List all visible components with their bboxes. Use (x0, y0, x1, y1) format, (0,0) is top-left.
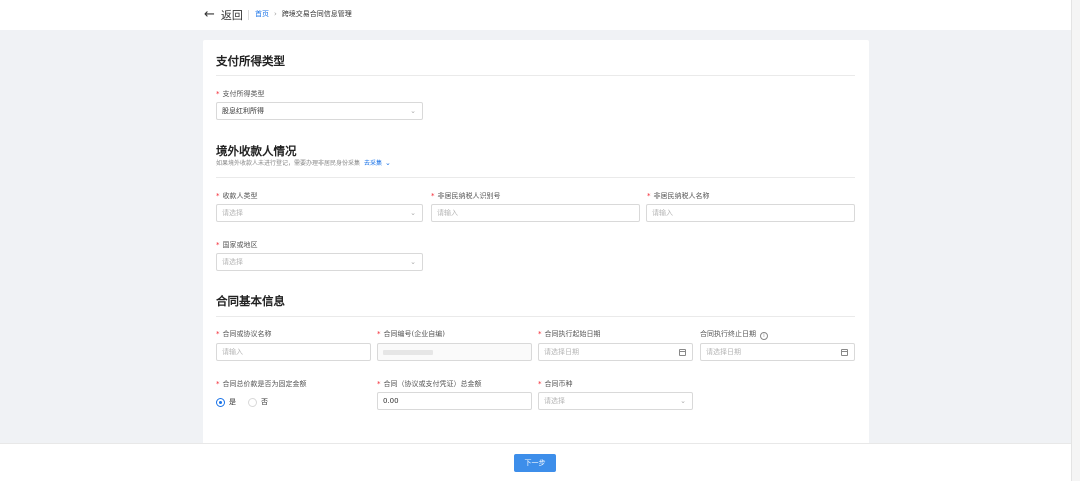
next-step-button[interactable]: 下一步 (514, 454, 556, 472)
payee-note: 如果境外收款人未进行登记，需要办理非居民身份采集 去采集 ⌄ (216, 158, 391, 168)
back-arrow-icon: ← (204, 7, 215, 22)
currency-select[interactable]: 请选择 ⌄ (538, 392, 693, 410)
back-button[interactable]: ← 返回 (204, 7, 243, 23)
breadcrumb-separator-icon: › (274, 10, 277, 18)
section-title-payee: 境外收款人情况 (216, 144, 297, 158)
radio-yes[interactable]: 是 (216, 397, 236, 407)
form-card: 支付所得类型 * 支付所得类型 股息红利所得 ⌄ 境外收款人情况 如果境外收款人未… (203, 40, 869, 446)
chevron-down-icon: ⌄ (680, 397, 686, 405)
top-bar: ← 返回 首页 › 跨境交易合同信息管理 (0, 0, 1080, 30)
start-date-picker[interactable]: 请选择日期 (538, 343, 693, 361)
contract-name-input[interactable]: 请输入 (216, 343, 371, 361)
fixed-amount-label: * 合同总价款是否为固定金额 (216, 380, 307, 388)
chevron-down-icon: ⌄ (410, 209, 416, 217)
page-scrollbar[interactable] (1071, 0, 1080, 481)
section-divider (216, 75, 855, 76)
payment-type-label: * 支付所得类型 (216, 90, 265, 98)
footer-bar: 下一步 (0, 443, 1071, 481)
country-label: * 国家或地区 (216, 241, 258, 249)
payee-type-label: * 收款人类型 (216, 192, 258, 200)
section-divider (216, 316, 855, 317)
total-amount-label: * 合同（协议或支付凭证）总金额 (377, 380, 482, 388)
tax-id-input[interactable]: 请输入 (431, 204, 640, 222)
info-icon: i (760, 332, 768, 340)
section-divider (216, 177, 855, 178)
contract-no-label: * 合同编号(企业自编) (377, 330, 445, 338)
taxpayer-name-input[interactable]: 请输入 (646, 204, 855, 222)
taxpayer-name-label: * 非居民纳税人名称 (647, 192, 710, 200)
radio-unchecked-icon (248, 397, 257, 407)
currency-label: * 合同币种 (538, 380, 573, 388)
radio-no[interactable]: 否 (248, 397, 268, 407)
chevron-down-icon: ⌄ (410, 107, 416, 115)
contract-name-label: * 合同或协议名称 (216, 330, 272, 338)
back-label: 返回 (220, 9, 243, 22)
chevron-down-icon: ⌄ (385, 158, 391, 167)
end-date-label: 合同执行终止日期 i (700, 329, 768, 340)
breadcrumb-current: 跨境交易合同信息管理 (281, 10, 352, 18)
total-amount-input[interactable]: 0.00 (377, 392, 532, 410)
section-title-contract: 合同基本信息 (216, 294, 285, 308)
divider (248, 10, 249, 20)
contract-no-value-redacted (383, 349, 433, 355)
contract-no-input[interactable] (377, 343, 532, 361)
collect-link[interactable]: 去采集 (364, 158, 382, 167)
fixed-amount-radio-group: 是 否 (216, 397, 280, 407)
end-date-picker[interactable]: 请选择日期 (700, 343, 855, 361)
tax-id-label: * 非居民纳税人识别号 (431, 192, 501, 200)
chevron-down-icon: ⌄ (410, 258, 416, 266)
calendar-icon (841, 349, 848, 356)
breadcrumb: 首页 › 跨境交易合同信息管理 (255, 9, 352, 19)
section-title-payment-type: 支付所得类型 (216, 54, 285, 68)
payment-type-select[interactable]: 股息红利所得 ⌄ (216, 102, 423, 120)
payee-type-select[interactable]: 请选择 ⌄ (216, 204, 423, 222)
breadcrumb-home-link[interactable]: 首页 (255, 9, 269, 19)
country-select[interactable]: 请选择 ⌄ (216, 253, 423, 271)
calendar-icon (679, 349, 686, 356)
radio-checked-icon (216, 397, 225, 407)
start-date-label: * 合同执行起始日期 (538, 330, 601, 338)
